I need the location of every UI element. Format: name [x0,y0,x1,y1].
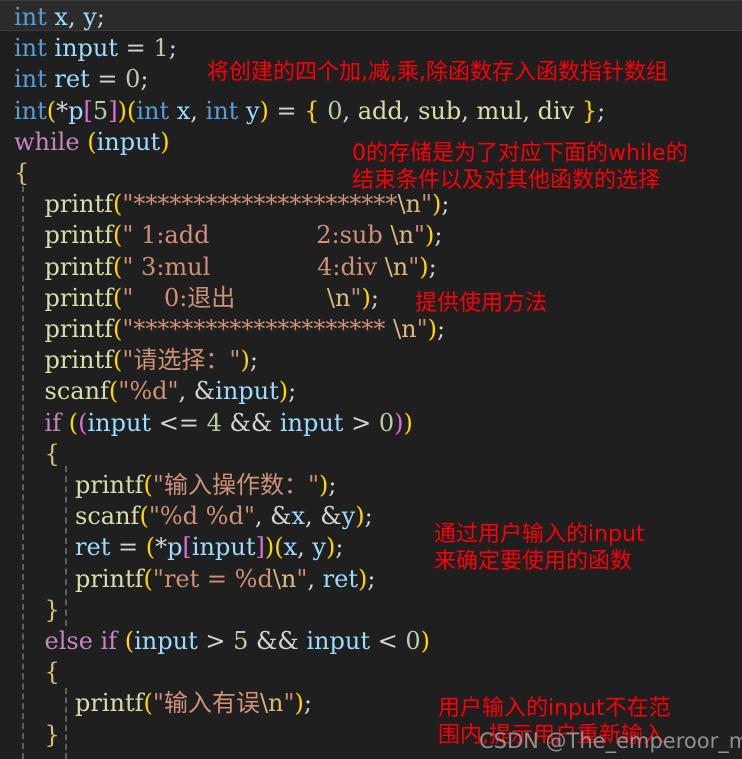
code-line[interactable]: { [0,657,60,688]
annotation-line: 通过用户输入的input [434,522,645,547]
code-line[interactable]: printf("请选择："); [0,345,258,376]
annotation-line: 提供使用方法 [415,291,548,316]
code-line[interactable]: printf(" 3:mul 4:div \n"); [0,252,437,283]
annotation-select-function: 通过用户输入的input 来确定要使用的函数 [434,521,645,575]
code-line[interactable]: } [0,595,60,626]
code-line[interactable]: printf("输入有误\n"); [0,688,312,719]
annotation-line: 用户输入的input不在范 [438,696,671,721]
annotation-usage-method: 提供使用方法 [415,290,547,317]
code-line[interactable]: ret = (*p[input])(x, y); [0,532,343,563]
code-editor-screenshot: int x, y; int input = 1; int ret = 0; in… [0,0,742,759]
code-line[interactable]: int ret = 0; [0,64,149,95]
annotation-line: 来确定要使用的函数 [434,549,633,574]
code-line[interactable]: int input = 1; [0,33,177,64]
code-line[interactable]: else if (input > 5 && input < 0) [0,626,431,657]
code-line[interactable]: while (input) [0,127,170,158]
code-line[interactable]: printf("ret = %d\n", ret); [0,564,375,595]
code-line[interactable]: { [0,439,60,470]
annotation-zero-storage: 0的存储是为了对应下面的while的 结束条件以及对其他函数的选择 [352,140,688,194]
code-line[interactable]: printf("输入操作数："); [0,470,336,501]
annotation-line: 结束条件以及对其他函数的选择 [352,168,661,193]
code-line[interactable]: printf(" 0:退出 \n"); [0,283,379,314]
annotation-line: 0的存储是为了对应下面的while的 [352,141,688,166]
code-line[interactable]: printf("********************* \n"); [0,314,446,345]
code-line[interactable]: } [0,720,60,751]
code-line[interactable]: { [0,158,29,189]
annotation-function-pointer-array: 将创建的四个加,减,乘,除函数存入函数指针数组 [207,59,668,86]
code-line[interactable]: int x, y; [0,2,105,33]
code-line[interactable]: scanf("%d %d", &x, &y); [0,501,373,532]
code-line[interactable]: int(*p[5])(int x, int y) = { 0, add, sub… [0,96,605,127]
code-line[interactable]: scanf("%d", &input); [0,376,297,407]
annotation-line: 将创建的四个加,减,乘,除函数存入函数指针数组 [207,60,668,85]
code-content[interactable]: int x, y; int input = 1; int ret = 0; in… [0,0,742,759]
csdn-watermark: CSDN @The_emperoor_man [479,729,742,753]
code-line[interactable]: if ((input <= 4 && input > 0)) [0,408,413,439]
code-line[interactable]: printf(" 1:add 2:sub \n"); [0,220,443,251]
